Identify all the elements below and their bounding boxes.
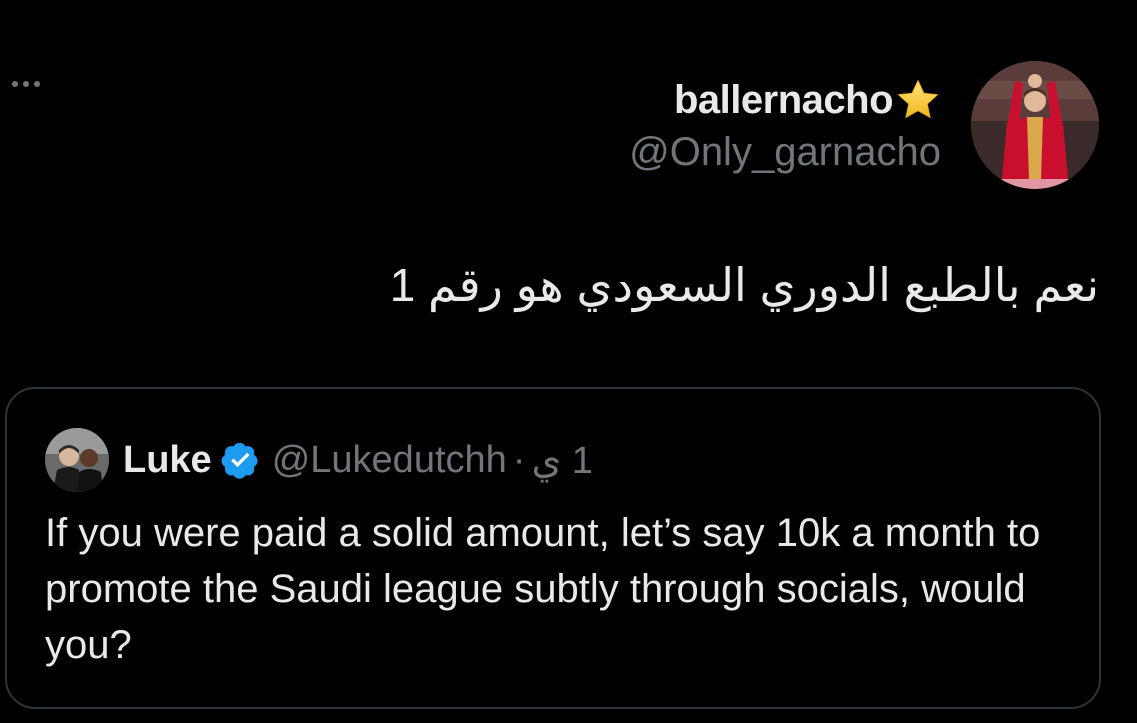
display-name-row[interactable]: ballernacho: [674, 72, 941, 128]
author-avatar[interactable]: [971, 61, 1099, 189]
author-avatar-image: [971, 61, 1099, 189]
quoted-tweet-text: If you were paid a solid amount, let’s s…: [45, 511, 1041, 667]
more-dot: [34, 81, 40, 87]
tweet-text: نعم بالطبع الدوري السعودي هو رقم 1: [389, 259, 1099, 311]
quoted-author-name[interactable]: Luke: [123, 439, 212, 482]
author-handle[interactable]: @Only_garnacho: [629, 132, 941, 172]
author-display-name[interactable]: ballernacho: [674, 78, 894, 123]
tweet-author: ballernacho @Only_garnacho: [629, 55, 1099, 189]
author-names: ballernacho @Only_garnacho: [629, 72, 941, 173]
verified-badge-icon: [221, 442, 258, 479]
star-icon: [897, 79, 939, 119]
quoted-tweet-header: Luke @Lukedutchh · 1 ي: [45, 425, 1061, 495]
more-dot: [23, 81, 29, 87]
quoted-timestamp[interactable]: 1 ي: [531, 438, 592, 483]
quoted-author-avatar-image: [45, 428, 109, 492]
more-dot: [12, 81, 18, 87]
quoted-tweet-card[interactable]: Luke @Lukedutchh · 1 ي If you were paid …: [5, 387, 1101, 709]
quoted-author-avatar[interactable]: [45, 428, 109, 492]
quoted-separator: ·: [512, 438, 526, 481]
more-icon[interactable]: [8, 72, 56, 96]
quoted-author-handle[interactable]: @Lukedutchh: [272, 439, 507, 482]
